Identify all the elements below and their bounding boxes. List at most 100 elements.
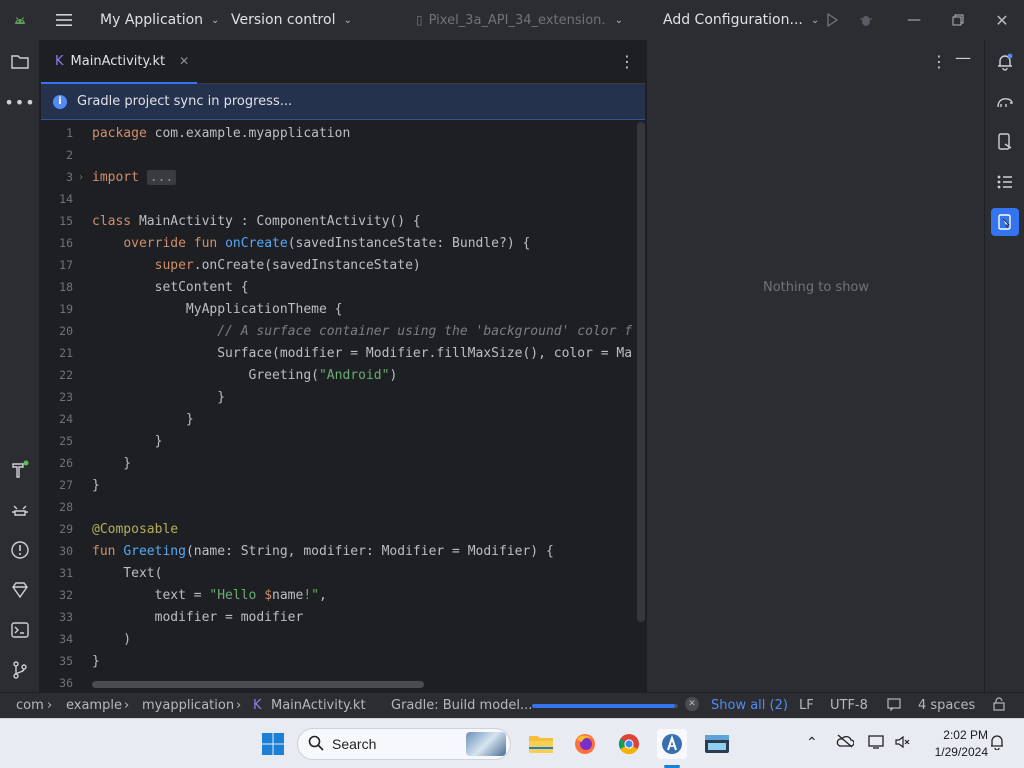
device-manager-button[interactable]: [991, 128, 1019, 156]
tab-label: MainActivity.kt: [70, 53, 166, 69]
logcat-tool-button[interactable]: [8, 498, 32, 522]
breadcrumb-file[interactable]: MainActivity.kt: [271, 698, 366, 713]
close-icon: ✕: [995, 10, 1009, 30]
running-devices-button[interactable]: [991, 208, 1019, 236]
gradle-tool-button[interactable]: [991, 88, 1019, 116]
volume-muted-icon[interactable]: [894, 734, 910, 753]
panel-options-icon[interactable]: ⋮: [931, 52, 947, 71]
taskbar-clock[interactable]: 2:02 PM 1/29/2024: [918, 727, 988, 761]
breadcrumb-com[interactable]: com: [16, 698, 44, 713]
code-line[interactable]: 22 Greeting("Android"): [41, 364, 637, 386]
code-line[interactable]: 20 // A surface container using the 'bac…: [41, 320, 637, 342]
android-studio-taskbar-button[interactable]: [657, 729, 687, 759]
debug-button[interactable]: [858, 12, 874, 28]
show-hidden-icons-button[interactable]: ⌃: [806, 734, 818, 751]
tab-options-icon[interactable]: ⋮: [619, 52, 635, 71]
code-line[interactable]: 32 text = "Hello $name!",: [41, 584, 637, 606]
indent-setting[interactable]: 4 spaces: [918, 698, 975, 713]
chrome-button[interactable]: [614, 729, 644, 759]
line-number: 1: [66, 126, 73, 140]
code-line[interactable]: 24 }: [41, 408, 637, 430]
running-devices-icon: [998, 214, 1011, 230]
code-line[interactable]: 17 super.onCreate(savedInstanceState): [41, 254, 637, 276]
line-text: modifier = modifier: [92, 609, 304, 625]
vcs-menu[interactable]: Version control ⌄: [231, 0, 352, 40]
notifications-button[interactable]: [991, 48, 1019, 76]
android-logo-icon: [12, 12, 28, 28]
main-menu-button[interactable]: [55, 12, 73, 28]
diamond-icon: [12, 582, 28, 599]
device-label: Pixel_3a_API_34_extension...: [428, 12, 607, 28]
show-all-tasks-link[interactable]: Show all (2): [711, 698, 788, 713]
code-area[interactable]: 1 package com.example.myapplication 2 3 › imp…: [41, 122, 637, 692]
problems-tool-button[interactable]: [8, 538, 32, 562]
project-selector[interactable]: My Application ⌄: [100, 0, 219, 40]
structure-tool-button[interactable]: [991, 168, 1019, 196]
code-line[interactable]: 19 MyApplicationTheme {: [41, 298, 637, 320]
fold-chevron-icon[interactable]: ›: [78, 172, 84, 183]
code-line[interactable]: 1 package com.example.myapplication: [41, 122, 637, 144]
line-number: 3: [66, 170, 73, 184]
line-number: 18: [59, 280, 73, 294]
code-line[interactable]: 14: [41, 188, 637, 210]
code-line[interactable]: 31 Text(: [41, 562, 637, 584]
lock-icon[interactable]: [992, 697, 1006, 715]
run-config-label: Add Configuration...: [663, 12, 803, 28]
breadcrumb-myapplication[interactable]: myapplication: [142, 698, 234, 713]
start-button[interactable]: [258, 729, 288, 759]
more-tools-button[interactable]: •••: [4, 90, 34, 114]
code-line[interactable]: 25 }: [41, 430, 637, 452]
firefox-button[interactable]: [570, 729, 600, 759]
line-separator[interactable]: LF: [799, 698, 814, 713]
cancel-task-icon[interactable]: ✕: [685, 697, 699, 711]
file-explorer-button[interactable]: [526, 729, 556, 759]
gem-tool-button[interactable]: [8, 578, 32, 602]
folder-icon: [529, 736, 553, 753]
onedrive-icon[interactable]: [836, 734, 855, 751]
breadcrumb-example[interactable]: example: [66, 698, 122, 713]
horizontal-scrollbar[interactable]: [92, 681, 424, 688]
network-icon[interactable]: [868, 734, 886, 753]
comment-icon[interactable]: [887, 697, 901, 715]
build-tool-button[interactable]: [8, 458, 32, 482]
code-line[interactable]: 3 › import ...: [41, 166, 637, 188]
logcat-icon: [12, 505, 28, 516]
code-line[interactable]: 28: [41, 496, 637, 518]
close-tab-icon[interactable]: ✕: [179, 54, 189, 68]
taskbar-search[interactable]: Search: [297, 728, 511, 760]
terminal-tool-button[interactable]: [8, 618, 32, 642]
terminal-app-button[interactable]: [702, 729, 732, 759]
vertical-scrollbar[interactable]: [637, 122, 645, 622]
running-devices-panel: ⋮ — Nothing to show: [646, 40, 984, 692]
restore-window-button[interactable]: [936, 0, 980, 40]
code-line[interactable]: 16 override fun onCreate(savedInstanceSt…: [41, 232, 637, 254]
line-text: }: [92, 653, 100, 669]
code-line[interactable]: 21 Surface(modifier = Modifier.fillMaxSi…: [41, 342, 637, 364]
close-window-button[interactable]: ✕: [980, 0, 1024, 40]
code-line[interactable]: 34 ): [41, 628, 637, 650]
code-line[interactable]: 35}: [41, 650, 637, 672]
run-button[interactable]: [824, 12, 840, 28]
code-line[interactable]: 2: [41, 144, 637, 166]
hide-panel-icon[interactable]: —: [955, 48, 971, 67]
code-line[interactable]: 30 fun Greeting(name: String, modifier: M…: [41, 540, 637, 562]
code-line[interactable]: 15 class MainActivity : ComponentActivity…: [41, 210, 637, 232]
notification-bell-icon[interactable]: [990, 734, 1004, 753]
tab-main-activity[interactable]: K MainActivity.kt ✕: [41, 40, 197, 84]
code-line[interactable]: 29 @Composable: [41, 518, 637, 540]
code-line[interactable]: 27}: [41, 474, 637, 496]
git-tool-button[interactable]: [8, 658, 32, 682]
android-studio-window: My Application ⌄ Version control ⌄ ▯ Pix…: [0, 0, 1024, 768]
code-line[interactable]: 23 }: [41, 386, 637, 408]
code-line[interactable]: 26 }: [41, 452, 637, 474]
device-selector[interactable]: ▯ Pixel_3a_API_34_extension... ⌄: [416, 0, 630, 40]
file-encoding[interactable]: UTF-8: [830, 698, 868, 713]
run-config-selector[interactable]: Add Configuration... ⌄: [663, 0, 819, 40]
background-task-label[interactable]: Gradle: Build model...: [391, 698, 532, 713]
project-tool-button[interactable]: [8, 50, 32, 74]
line-text: // A surface container using the 'backgr…: [217, 323, 633, 339]
code-line[interactable]: 33 modifier = modifier: [41, 606, 637, 628]
minimize-window-button[interactable]: —: [892, 0, 936, 40]
chevron-right-icon: ›: [236, 698, 242, 713]
code-line[interactable]: 18 setContent {: [41, 276, 637, 298]
